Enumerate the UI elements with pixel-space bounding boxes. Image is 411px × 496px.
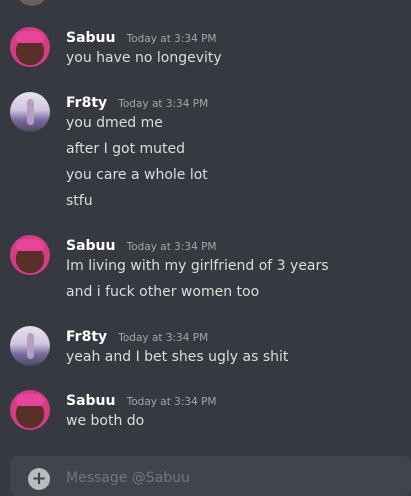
avatar[interactable] xyxy=(16,0,48,6)
plus-circle-icon[interactable]: + xyxy=(28,468,50,490)
username[interactable]: Fr8ty xyxy=(66,329,107,345)
message-text: you care a whole lot xyxy=(66,167,208,183)
message-input[interactable]: + Message @Sabuu xyxy=(10,456,411,496)
username[interactable]: Sabuu xyxy=(66,393,116,409)
message-text: yeah and I bet shes ugly as shit xyxy=(66,349,289,365)
avatar[interactable] xyxy=(10,92,50,132)
message-text: Im living with my girlfriend of 3 years xyxy=(66,258,329,274)
message-text: we both do xyxy=(66,413,145,429)
avatar[interactable] xyxy=(10,390,50,430)
message-text: after I got muted xyxy=(66,141,186,157)
message-input-placeholder: Message @Sabuu xyxy=(66,470,190,486)
username[interactable]: Fr8ty xyxy=(66,95,107,111)
message-text: and i fuck other women too xyxy=(66,284,260,300)
message-header: Sabuu Today at 3:34 PM xyxy=(66,27,217,46)
avatar[interactable] xyxy=(10,27,50,67)
username[interactable]: Sabuu xyxy=(66,30,116,46)
avatar[interactable] xyxy=(10,326,50,366)
avatar[interactable] xyxy=(10,235,50,275)
timestamp: Today at 3:34 PM xyxy=(118,98,209,110)
message-text: stfu xyxy=(66,193,93,209)
timestamp: Today at 3:34 PM xyxy=(126,396,217,408)
timestamp: Today at 3:34 PM xyxy=(118,332,209,344)
username[interactable]: Sabuu xyxy=(66,238,116,254)
message-header: Sabuu Today at 3:34 PM xyxy=(66,390,217,409)
message-header: Fr8ty Today at 3:34 PM xyxy=(66,326,208,345)
message-text: you dmed me xyxy=(66,115,163,131)
timestamp: Today at 3:34 PM xyxy=(126,33,217,45)
message-text: you have no longevity xyxy=(66,50,222,66)
timestamp: Today at 3:34 PM xyxy=(126,241,217,253)
message-header: Fr8ty Today at 3:34 PM xyxy=(66,92,208,111)
message-header: Sabuu Today at 3:34 PM xyxy=(66,235,217,254)
